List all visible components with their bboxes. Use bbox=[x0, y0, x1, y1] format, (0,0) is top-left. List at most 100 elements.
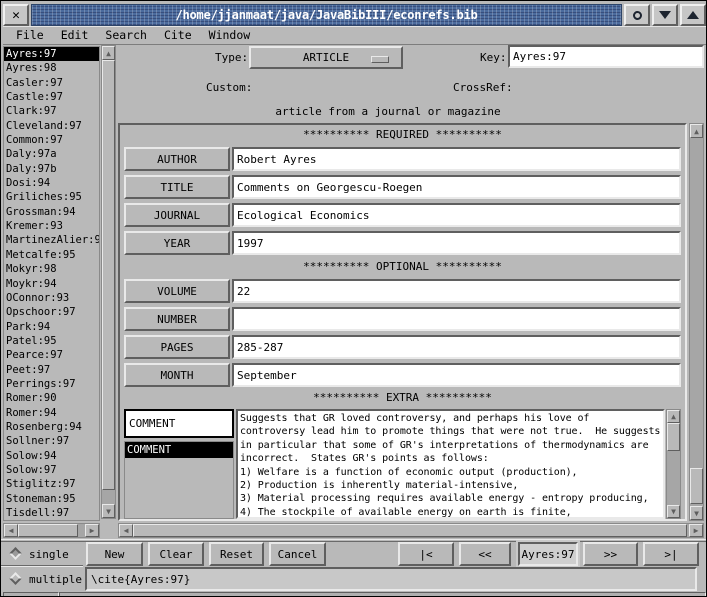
scroll-up-icon[interactable]: ▲ bbox=[667, 410, 680, 423]
extra-fieldname-input[interactable] bbox=[124, 409, 234, 438]
list-item[interactable]: Kremer:93 bbox=[4, 219, 99, 233]
nav-first-button[interactable]: |< bbox=[398, 542, 454, 566]
list-item[interactable]: Casler:97 bbox=[4, 76, 99, 90]
form-vertical-scrollbar[interactable]: ▲ ▼ bbox=[689, 123, 704, 521]
scroll-left-icon[interactable]: ◀ bbox=[119, 524, 133, 537]
comment-textarea[interactable]: Suggests that GR loved controversy, and … bbox=[236, 409, 665, 519]
nav-next-button[interactable]: >> bbox=[583, 542, 638, 566]
month-field-button[interactable]: MONTH bbox=[124, 363, 230, 387]
scroll-right-icon[interactable]: ▶ bbox=[85, 524, 99, 537]
menu-file[interactable]: File bbox=[16, 28, 44, 42]
type-value: ARTICLE bbox=[303, 51, 349, 64]
list-item[interactable]: Moykr:94 bbox=[4, 277, 99, 291]
field-row: TITLE bbox=[120, 173, 685, 201]
close-button[interactable]: ✕ bbox=[3, 4, 29, 26]
clear-button[interactable]: Clear bbox=[148, 542, 204, 566]
menu-edit[interactable]: Edit bbox=[61, 28, 89, 42]
menu-search[interactable]: Search bbox=[105, 28, 147, 42]
form-horizontal-scrollbar[interactable]: ◀ ▶ bbox=[118, 523, 704, 538]
scroll-down-icon[interactable]: ▼ bbox=[102, 504, 115, 518]
list-item[interactable]: Stoneman:95 bbox=[4, 492, 99, 506]
list-item[interactable]: Sollner:97 bbox=[4, 434, 99, 448]
list-item[interactable]: OConnor:93 bbox=[4, 291, 99, 305]
journal-field-button[interactable]: JOURNAL bbox=[124, 203, 230, 227]
list-item[interactable]: Clark:97 bbox=[4, 104, 99, 118]
list-item[interactable]: Opschoor:97 bbox=[4, 305, 99, 319]
pages-field-button[interactable]: PAGES bbox=[124, 335, 230, 359]
scroll-down-icon[interactable]: ▼ bbox=[690, 506, 703, 520]
volume-input[interactable] bbox=[232, 279, 681, 303]
list-item[interactable]: Patel:95 bbox=[4, 334, 99, 348]
multiple-mode-radio[interactable] bbox=[9, 572, 22, 585]
list-item[interactable]: Dosi:94 bbox=[4, 176, 99, 190]
mode-separator bbox=[1, 565, 83, 567]
list-item[interactable]: Park:94 bbox=[4, 320, 99, 334]
scroll-right-icon[interactable]: ▶ bbox=[689, 524, 703, 537]
list-item[interactable]: Peet:97 bbox=[4, 363, 99, 377]
list-item[interactable]: Solow:97 bbox=[4, 463, 99, 477]
form-scrollbar-thumb[interactable] bbox=[690, 468, 703, 504]
list-item[interactable]: Daly:97b bbox=[4, 162, 99, 176]
list-item[interactable]: Griliches:95 bbox=[4, 190, 99, 204]
author-input[interactable] bbox=[232, 147, 681, 171]
list-item[interactable]: Common:97 bbox=[4, 133, 99, 147]
window-menu-button[interactable] bbox=[624, 4, 650, 26]
list-item[interactable]: Metcalfe:95 bbox=[4, 248, 99, 262]
list-item[interactable]: Romer:94 bbox=[4, 406, 99, 420]
scroll-left-icon[interactable]: ◀ bbox=[4, 524, 18, 537]
list-item[interactable]: Solow:94 bbox=[4, 449, 99, 463]
journal-input[interactable] bbox=[232, 203, 681, 227]
single-mode-radio[interactable] bbox=[9, 547, 22, 560]
menu-window[interactable]: Window bbox=[209, 28, 251, 42]
volume-field-button[interactable]: VOLUME bbox=[124, 279, 230, 303]
list-vertical-scrollbar[interactable]: ▲ ▼ bbox=[101, 45, 116, 519]
list-item[interactable]: MartinezAlier:9 bbox=[4, 233, 99, 247]
menu-cite[interactable]: Cite bbox=[164, 28, 192, 42]
new-button[interactable]: New bbox=[86, 542, 143, 566]
list-item[interactable]: Pearce:97 bbox=[4, 348, 99, 362]
list-horizontal-scrollbar[interactable]: ◀ ▶ bbox=[3, 523, 100, 538]
comment-scrollbar-thumb[interactable] bbox=[667, 423, 680, 451]
list-item[interactable]: Romer:90 bbox=[4, 391, 99, 405]
cancel-button[interactable]: Cancel bbox=[269, 542, 326, 566]
list-item[interactable]: Mokyr:98 bbox=[4, 262, 99, 276]
pages-input[interactable] bbox=[232, 335, 681, 359]
cite-command-input[interactable] bbox=[85, 567, 697, 591]
window-title[interactable]: /home/jjanmaat/java/JavaBibIII/econrefs.… bbox=[31, 4, 622, 26]
scroll-up-icon[interactable]: ▲ bbox=[690, 124, 703, 138]
scroll-down-icon[interactable]: ▼ bbox=[667, 505, 680, 518]
year-input[interactable] bbox=[232, 231, 681, 255]
list-item[interactable]: Cleveland:97 bbox=[4, 119, 99, 133]
list-item[interactable]: Ayres:97 bbox=[4, 47, 99, 61]
type-dropdown[interactable]: ARTICLE bbox=[249, 46, 403, 69]
list-item[interactable]: Ayres:98 bbox=[4, 61, 99, 75]
list-item[interactable]: Stiglitz:97 bbox=[4, 477, 99, 491]
author-field-button[interactable]: AUTHOR bbox=[124, 147, 230, 171]
list-item[interactable]: Perrings:97 bbox=[4, 377, 99, 391]
list-item[interactable]: Castle:97 bbox=[4, 90, 99, 104]
form-hscrollbar-thumb[interactable] bbox=[133, 524, 687, 537]
extra-fieldname-list: COMMENT bbox=[124, 441, 234, 519]
extra-fieldname-item[interactable]: COMMENT bbox=[125, 442, 233, 458]
comment-line: incorrect. States GR's points as follows… bbox=[240, 452, 661, 465]
list-item[interactable]: Rosenberg:94 bbox=[4, 420, 99, 434]
maximize-button[interactable] bbox=[680, 4, 706, 26]
list-item[interactable]: Grossman:94 bbox=[4, 205, 99, 219]
month-input[interactable] bbox=[232, 363, 681, 387]
minimize-button[interactable] bbox=[652, 4, 678, 26]
reset-button[interactable]: Reset bbox=[209, 542, 264, 566]
title-input[interactable] bbox=[232, 175, 681, 199]
list-item[interactable]: Tisdell:97 bbox=[4, 506, 99, 520]
list-item[interactable]: Daly:97a bbox=[4, 147, 99, 161]
year-field-button[interactable]: YEAR bbox=[124, 231, 230, 255]
number-input[interactable] bbox=[232, 307, 681, 331]
key-input[interactable] bbox=[508, 45, 704, 68]
nav-prev-button[interactable]: << bbox=[459, 542, 511, 566]
title-field-button[interactable]: TITLE bbox=[124, 175, 230, 199]
list-hscrollbar-thumb[interactable] bbox=[18, 524, 78, 537]
nav-last-button[interactable]: >| bbox=[643, 542, 699, 566]
scroll-up-icon[interactable]: ▲ bbox=[102, 46, 115, 60]
list-scrollbar-thumb[interactable] bbox=[102, 60, 115, 490]
number-field-button[interactable]: NUMBER bbox=[124, 307, 230, 331]
comment-vertical-scrollbar[interactable]: ▲ ▼ bbox=[666, 409, 681, 519]
